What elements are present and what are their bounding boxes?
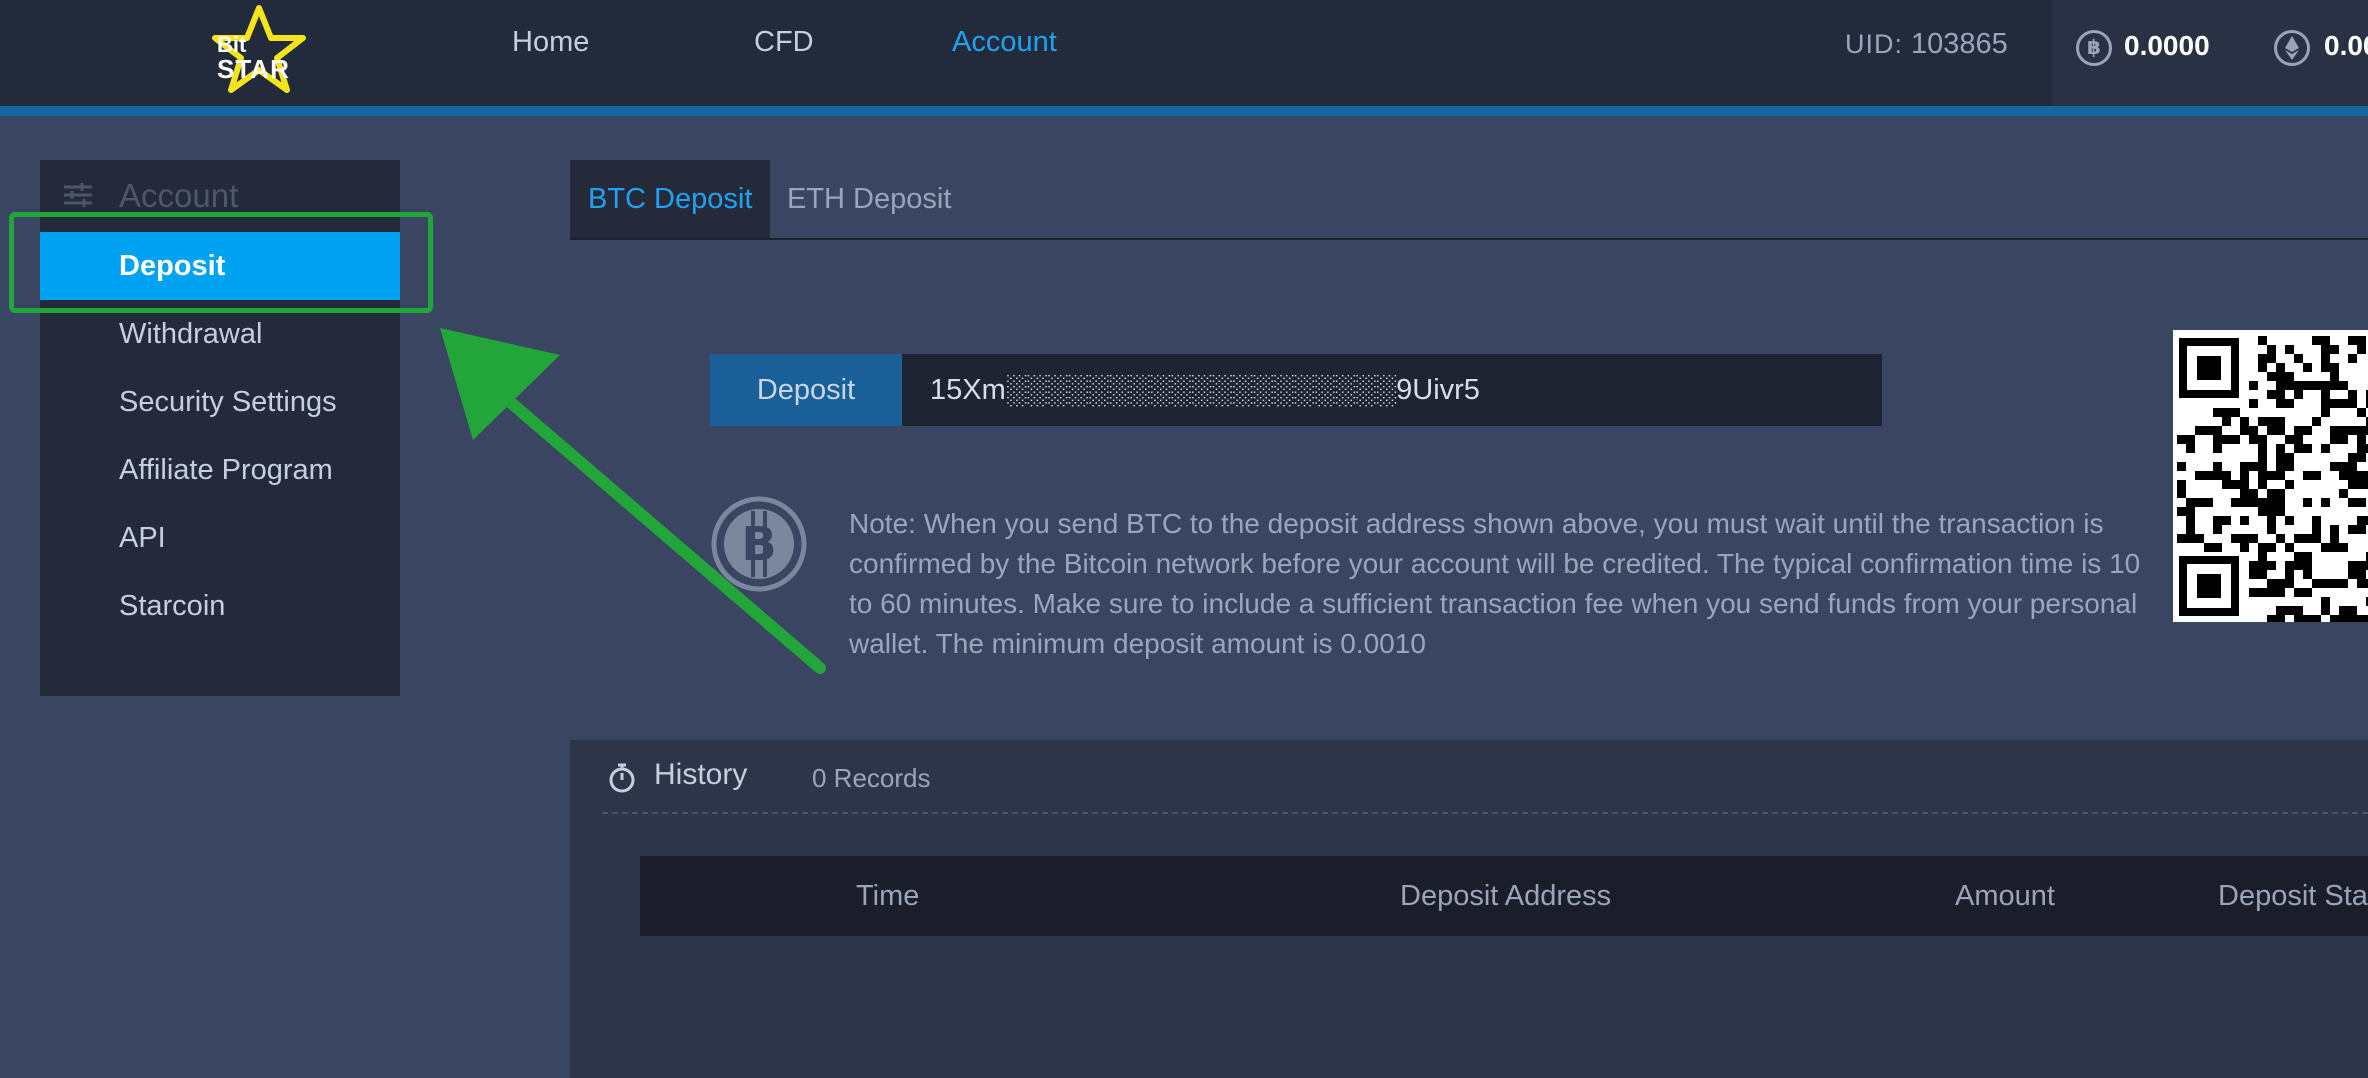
history-panel: History 0 Records Time Deposit Address A…: [570, 740, 2368, 1078]
tab-btc-deposit[interactable]: BTC Deposit: [570, 160, 771, 238]
top-navigation-bar: Bit STAR Home CFD Account UID: 103865 ฿ 0…: [0, 0, 2368, 106]
deposit-qr-code: [2173, 330, 2368, 622]
btc-balance: 0.0000: [2124, 30, 2210, 61]
svg-text:B: B: [741, 517, 776, 571]
sidebar-item-starcoin[interactable]: Starcoin: [40, 572, 400, 640]
column-deposit-status: Deposit Sta: [2218, 880, 2368, 912]
nav-home[interactable]: Home: [512, 26, 589, 59]
sidebar-title: Account: [119, 177, 239, 214]
uid-display: UID: 103865: [1845, 28, 2008, 61]
history-record-count: 0 Records: [812, 763, 931, 793]
deposit-note: Note: When you send BTC to the deposit a…: [849, 508, 2141, 659]
sidebar-item-affiliate-program[interactable]: Affiliate Program: [40, 436, 400, 504]
bitstar-logo[interactable]: Bit STAR: [205, 2, 325, 98]
deposit-address-field[interactable]: 15Xm░░░░░░░░░░░░░░░░░░░9Uivr5: [902, 354, 1882, 426]
column-time: Time: [856, 880, 920, 912]
eth-coin-icon: [2274, 30, 2310, 66]
annotation-highlight-box: [9, 212, 433, 313]
history-table-header: Time Deposit Address Amount Deposit Sta: [640, 856, 2368, 936]
logo-text-star: STAR: [217, 54, 290, 84]
history-title: History: [654, 758, 748, 791]
deposit-address-label: Deposit: [710, 354, 902, 426]
uid-value: 103865: [1911, 28, 2008, 60]
deposit-tabs: BTC Deposit ETH Deposit: [570, 160, 2368, 240]
sidebar-item-security-settings[interactable]: Security Settings: [40, 368, 400, 436]
column-amount: Amount: [1955, 880, 2055, 912]
column-deposit-address: Deposit Address: [1400, 880, 1612, 912]
balance-panel[interactable]: ฿ 0.0000 0.00: [2052, 0, 2368, 106]
history-header: History 0 Records: [570, 740, 2368, 812]
topbar-accent-line: [0, 106, 2368, 116]
sidebar-item-api[interactable]: API: [40, 504, 400, 572]
sliders-icon: [64, 183, 92, 207]
nav-cfd[interactable]: CFD: [754, 26, 814, 59]
eth-balance: 0.00: [2324, 30, 2368, 61]
bitcoin-icon: B: [711, 496, 807, 592]
history-divider: [602, 812, 2368, 814]
btc-coin-icon: ฿: [2076, 30, 2112, 66]
tab-eth-deposit[interactable]: ETH Deposit: [787, 160, 951, 238]
nav-account[interactable]: Account: [952, 26, 1057, 59]
uid-label: UID:: [1845, 29, 1903, 59]
stopwatch-icon: [609, 763, 635, 793]
